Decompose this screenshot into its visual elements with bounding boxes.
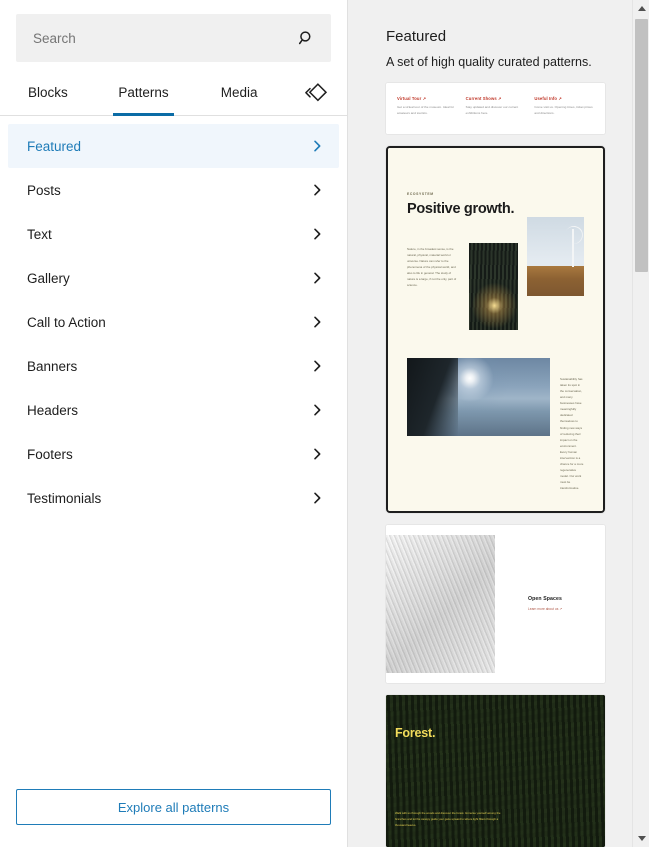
wind-turbine-image [527,216,584,296]
page-description: A set of high quality curated patterns. [386,55,592,69]
abstract-waves-image [386,534,495,673]
chevron-right-icon [309,270,325,286]
column-body: Get a virtual tour of the museum. Ideal … [397,105,455,115]
chevron-right-icon [309,358,325,374]
inserter-tabs: Blocks Patterns Media [0,70,347,116]
forest-preview: Forest. Walk with us through the woods a… [386,694,605,847]
explore-all-patterns-button[interactable]: Explore all patterns [16,789,331,825]
pattern-card-forest[interactable]: Forest. Walk with us through the woods a… [386,694,605,847]
search-box[interactable] [16,14,331,62]
category-label: Footers [27,446,73,462]
tab-blocks[interactable]: Blocks [0,70,96,115]
category-label: Headers [27,402,79,418]
pattern-card-positive-growth[interactable]: ECOSYSTEM Positive growth. Nature, in th… [386,145,605,513]
chevron-right-icon [309,314,325,330]
pattern-card-open-spaces[interactable]: Open Spaces Learn more about us ↗ [386,524,605,683]
scroll-down-arrow-icon[interactable] [633,830,649,847]
block-inserter: Blocks Patterns Media Featured Posts [0,0,649,847]
category-item-banners[interactable]: Banners [8,344,339,388]
scroll-up-arrow-icon[interactable] [633,0,649,17]
pattern-body: Walk with us through the woods and disco… [395,810,501,827]
search-input[interactable] [17,15,330,61]
open-spaces-text-block: Open Spaces Learn more about us ↗ [495,535,595,673]
category-item-featured[interactable]: Featured [8,124,339,168]
three-columns-preview: Virtual Tour ↗ Get a virtual tour of the… [386,83,605,134]
page-title: Featured [386,28,447,45]
column-heading: Virtual Tour ↗ [397,96,427,101]
pattern-preview-scroll-area: Featured A set of high quality curated p… [348,0,633,847]
chevron-right-icon [309,182,325,198]
positive-growth-row: Nature, in the broadest sense, is the na… [407,216,584,330]
column-body: Come visit us. Opening times, ticket pri… [534,105,593,115]
column-heading: Current Shows ↗ [465,96,502,101]
positive-growth-preview: ECOSYSTEM Positive growth. Nature, in th… [388,147,603,511]
category-item-gallery[interactable]: Gallery [8,256,339,300]
tab-media[interactable]: Media [191,70,287,115]
block-diamond-icon[interactable] [287,70,343,115]
pattern-heading: Open Spaces [528,596,562,603]
forest-sunbeam-image [468,242,519,330]
pattern-heading: Positive growth. [407,200,515,217]
category-item-posts[interactable]: Posts [8,168,339,212]
inserter-left-panel: Blocks Patterns Media Featured Posts [0,0,348,847]
pattern-category-list: Featured Posts Text Gallery Call to Acti… [0,116,347,788]
vertical-scrollbar[interactable] [632,0,649,847]
category-label: Posts [27,182,61,198]
category-item-footers[interactable]: Footers [8,432,339,476]
chevron-right-icon [309,226,325,242]
category-label: Testimonials [27,490,102,506]
column-useful-info: Useful Info ↗ Come visit us. Opening tim… [534,96,594,117]
tab-patterns[interactable]: Patterns [96,70,192,116]
open-spaces-preview: Open Spaces Learn more about us ↗ [386,524,605,683]
chevron-right-icon [309,138,325,154]
category-item-call-to-action[interactable]: Call to Action [8,300,339,344]
pattern-card-three-columns[interactable]: Virtual Tour ↗ Get a virtual tour of the… [386,83,605,134]
coastline-sunlight-image [407,357,550,436]
chevron-right-icon [309,490,325,506]
column-body: Stay updated and discover our current ex… [465,105,519,115]
category-label: Banners [27,358,78,374]
inserter-footer: Explore all patterns [0,788,347,847]
scroll-down-arrow-glyph [637,836,646,841]
category-label: Featured [27,138,82,154]
pattern-eyebrow: ECOSYSTEM [407,191,434,196]
column-current-shows: Current Shows ↗ Stay updated and discove… [466,96,526,117]
pattern-body-right: Sustainability has taken its spot in the… [560,376,584,491]
category-label: Call to Action [27,314,106,330]
scroll-up-arrow-glyph [637,6,646,11]
category-item-testimonials[interactable]: Testimonials [8,476,339,520]
pattern-link[interactable]: Learn more about us ↗ [528,607,562,611]
chevron-right-icon [309,446,325,462]
positive-growth-row-2: Sustainability has taken its spot in the… [388,344,603,511]
positive-growth-top: ECOSYSTEM Positive growth. Nature, in th… [388,148,603,344]
column-heading: Useful Info ↗ [534,96,562,101]
category-item-text[interactable]: Text [8,212,339,256]
scrollbar-thumb[interactable] [635,19,648,272]
category-label: Text [27,226,52,242]
search-area [0,0,347,62]
category-item-headers[interactable]: Headers [8,388,339,432]
column-virtual-tour: Virtual Tour ↗ Get a virtual tour of the… [397,96,457,117]
category-label: Gallery [27,270,70,286]
pattern-body-left: Nature, in the broadest sense, is the na… [407,246,457,288]
pattern-heading: Forest. [395,725,436,740]
pattern-preview-panel: Featured A set of high quality curated p… [348,0,649,847]
chevron-right-icon [309,402,325,418]
